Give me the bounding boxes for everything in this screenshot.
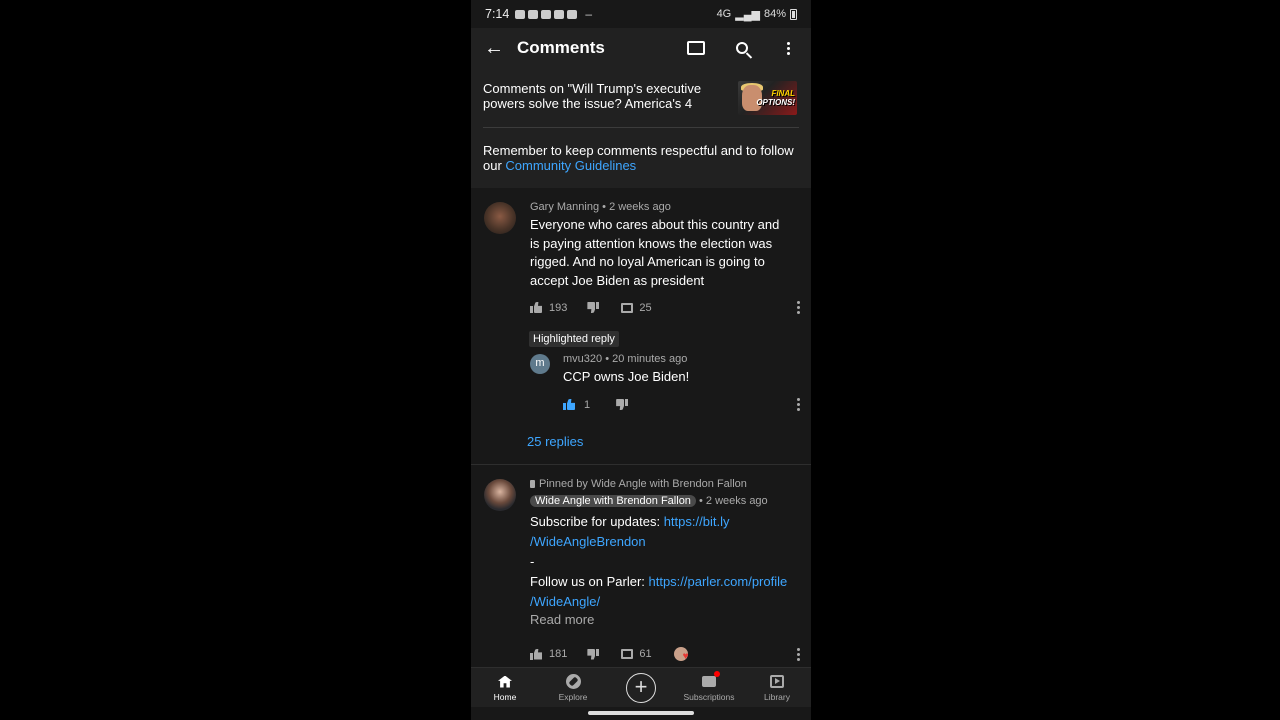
- cast-icon: [687, 41, 705, 55]
- comment-time: • 2 weeks ago: [699, 495, 768, 507]
- comment-actions: 181 61 ♥: [530, 647, 800, 662]
- thumbs-up-icon[interactable]: [530, 302, 542, 313]
- bottom-navigation: Home Explore + Subscriptions Library: [471, 667, 811, 707]
- network-type: 4G: [716, 8, 732, 20]
- notification-dot: [714, 671, 720, 677]
- notification-icon: [528, 9, 539, 19]
- reply-avatar[interactable]: m: [530, 354, 550, 374]
- video-title: Comments on "Will Trump's executive powe…: [483, 81, 702, 111]
- gesture-area: [471, 707, 811, 720]
- thumbs-down-icon[interactable]: [587, 302, 600, 313]
- comment-thread: Gary Manning • 2 weeks ago Everyone who …: [471, 188, 811, 465]
- youtube-notification-icon: [541, 9, 552, 19]
- reply-more-icon[interactable]: [797, 398, 800, 411]
- library-icon: [770, 675, 784, 688]
- like-count: 193: [549, 301, 568, 314]
- video-info-row[interactable]: Comments on "Will Trump's executive powe…: [483, 81, 799, 115]
- reply-count: 25: [639, 301, 652, 314]
- comment-thread-pinned: Pinned by Wide Angle with Brendon Fallon…: [471, 465, 811, 667]
- community-guidelines-link[interactable]: Community Guidelines: [505, 158, 636, 173]
- nav-create[interactable]: +: [607, 668, 675, 707]
- nav-subscriptions[interactable]: Subscriptions: [675, 668, 743, 707]
- comments-header: Comments on "Will Trump's executive powe…: [471, 68, 811, 188]
- add-icon: +: [626, 672, 656, 703]
- thumbs-up-icon[interactable]: [563, 399, 575, 410]
- nav-home[interactable]: Home: [471, 668, 539, 707]
- highlighted-reply-badge: Highlighted reply: [529, 331, 619, 347]
- avatar[interactable]: [484, 479, 516, 511]
- search-icon: [736, 42, 748, 54]
- reply-like-count: 1: [584, 398, 591, 411]
- reply-count: 61: [639, 648, 652, 660]
- cast-button[interactable]: [673, 41, 719, 55]
- like-count: 181: [549, 648, 568, 660]
- nav-library[interactable]: Library: [743, 668, 811, 707]
- subscriptions-icon: [702, 671, 720, 687]
- read-more-link[interactable]: Read more: [530, 612, 594, 627]
- comment-meta: Wide Angle with Brendon Fallon • 2 weeks…: [530, 495, 768, 507]
- reply-icon[interactable]: [621, 649, 634, 659]
- youtube-notification-icon: [567, 9, 578, 19]
- arrow-left-icon[interactable]: ←: [471, 37, 517, 60]
- pin-icon: [530, 480, 535, 488]
- notification-icon: [515, 9, 526, 19]
- creator-author-chip[interactable]: Wide Angle with Brendon Fallon: [530, 495, 696, 507]
- divider: [483, 127, 799, 128]
- status-right: 4G ▂▄▆ 84%: [717, 8, 797, 21]
- explore-icon: [565, 674, 581, 689]
- youtube-notification-icon: [554, 9, 565, 19]
- view-replies-link[interactable]: 25 replies: [527, 434, 583, 449]
- thumbs-down-icon[interactable]: [616, 399, 629, 410]
- app-bar: ← Comments: [471, 28, 811, 68]
- avatar[interactable]: [484, 202, 516, 234]
- comment-time: • 2 weeks ago: [602, 201, 671, 213]
- status-time: 7:14: [485, 7, 510, 21]
- comment-text: Everyone who cares about this country an…: [530, 217, 780, 288]
- home-icon: [498, 675, 512, 688]
- page-title: Comments: [517, 38, 605, 57]
- more-options-button[interactable]: [765, 41, 811, 55]
- creator-heart-icon: ♥: [673, 647, 692, 662]
- reply-actions: 1: [563, 398, 800, 411]
- comment-more-icon[interactable]: [797, 647, 800, 661]
- status-bar: 7:14 – 4G ▂▄▆ 84%: [471, 0, 811, 28]
- reply-icon[interactable]: [621, 302, 634, 313]
- signal-icon: ▂▄▆: [735, 8, 760, 21]
- video-thumbnail[interactable]: FINAL OPTIONS!: [738, 81, 797, 115]
- more-vert-icon: [786, 41, 790, 55]
- comment-text: Subscribe for updates: https://bit.ly/Wi…: [530, 514, 788, 609]
- thumbnail-text: FINAL OPTIONS!: [756, 89, 795, 107]
- reply-meta: mvu320 • 20 minutes ago: [563, 353, 687, 365]
- guidelines-notice: Remember to keep comments respectful and…: [483, 143, 799, 173]
- search-button[interactable]: [719, 42, 765, 54]
- battery-percent: 84%: [763, 8, 786, 20]
- reply-text: CCP owns Joe Biden!: [563, 369, 690, 384]
- status-dash: –: [585, 7, 593, 21]
- nav-explore[interactable]: Explore: [539, 668, 607, 707]
- pinned-label: Pinned by Wide Angle with Brendon Fallon: [530, 478, 747, 490]
- notification-icons: [515, 9, 578, 19]
- thumbs-up-icon[interactable]: [530, 649, 542, 660]
- comment-actions: 193 25: [530, 301, 800, 314]
- reply-author[interactable]: mvu320: [563, 353, 602, 365]
- battery-icon: [790, 8, 797, 20]
- comment-meta: Gary Manning • 2 weeks ago: [530, 201, 671, 213]
- phone-screen: 7:14 – 4G ▂▄▆ 84% ← Comments Comments on…: [471, 0, 811, 720]
- thumbs-down-icon[interactable]: [587, 648, 600, 660]
- comment-author[interactable]: Gary Manning: [530, 201, 599, 213]
- gesture-handle[interactable]: [588, 711, 694, 715]
- comment-more-icon[interactable]: [797, 301, 800, 314]
- reply-time: • 20 minutes ago: [605, 353, 688, 365]
